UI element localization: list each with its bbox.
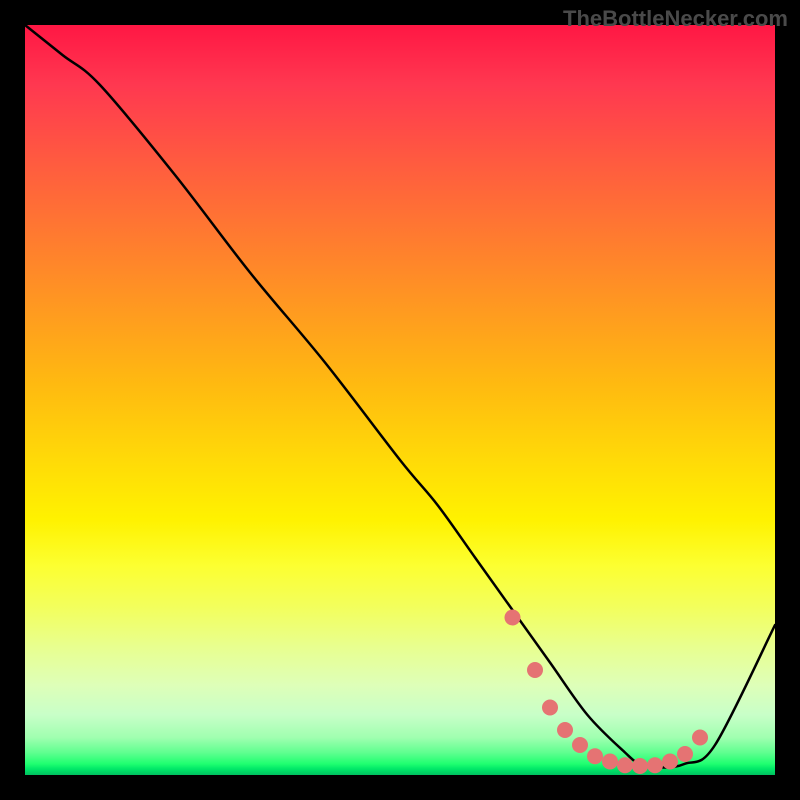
marker-dot [587,748,603,764]
marker-dot [632,758,648,774]
plot-area [25,25,775,775]
marker-dot [602,754,618,770]
marker-dot [677,746,693,762]
marker-dot [692,730,708,746]
marker-dot [572,737,588,753]
marker-dot [505,610,521,626]
marker-dot [542,700,558,716]
marker-dot [647,757,663,773]
marker-dot [557,722,573,738]
watermark-text: TheBottleNecker.com [563,6,788,32]
chart-svg [25,25,775,775]
marker-dot [662,754,678,770]
marker-dot [617,757,633,773]
marker-dot [527,662,543,678]
trough-markers [505,610,709,775]
bottleneck-curve [25,25,775,768]
